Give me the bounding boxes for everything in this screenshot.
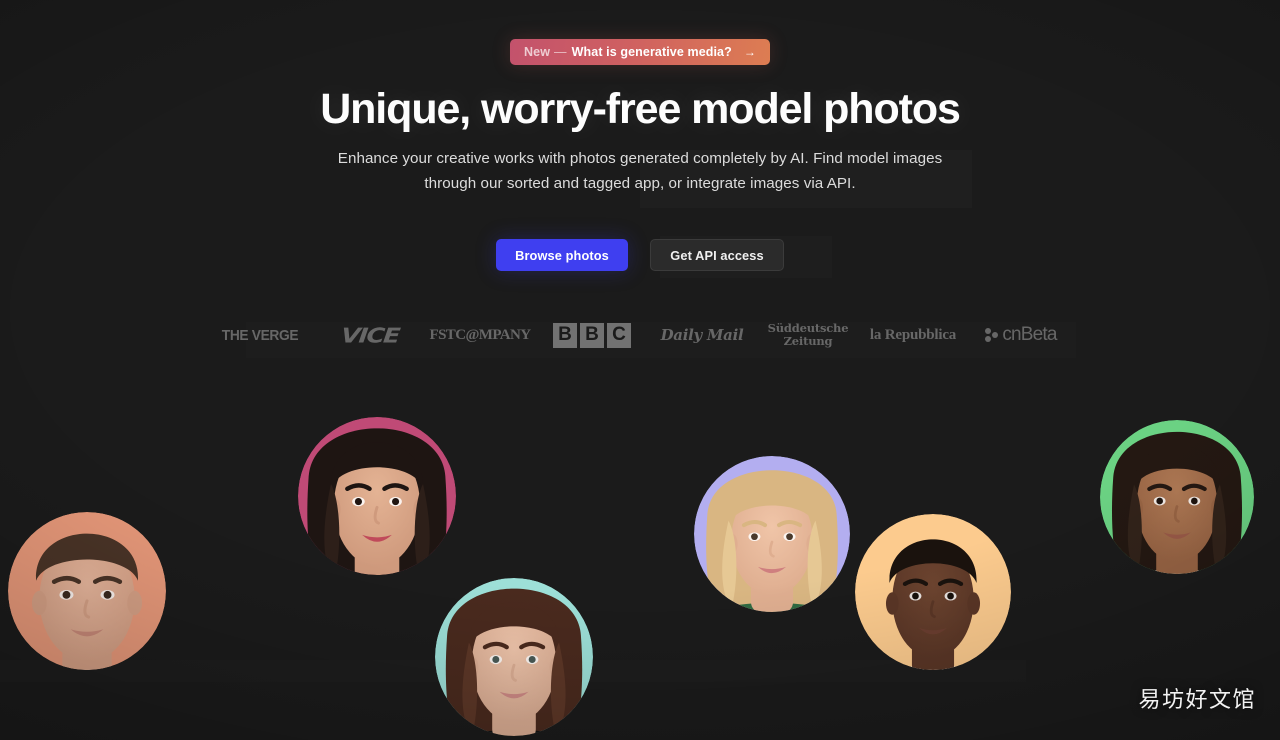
cnbeta-dots-icon bbox=[985, 327, 999, 343]
logo-la-repubblica[interactable]: la Repubblica bbox=[860, 318, 966, 352]
badge-text: What is generative media? bbox=[571, 45, 732, 59]
logo-bbc-letter: B bbox=[553, 322, 577, 348]
avatar-man-dark[interactable] bbox=[855, 514, 1011, 670]
logo-fast-company[interactable]: FSTC@MPANY bbox=[424, 318, 536, 352]
logo-bbc[interactable]: B B C bbox=[536, 318, 648, 352]
page-subtitle: Enhance your creative works with photos … bbox=[337, 150, 943, 192]
avatar-girl-blonde[interactable] bbox=[694, 456, 850, 612]
arrow-right-icon: → bbox=[743, 45, 756, 59]
logo-bbc-letter: B bbox=[580, 322, 604, 348]
logo-daily-mail[interactable]: Daily Mail bbox=[648, 318, 756, 352]
logo-the-verge[interactable]: THE VERGE bbox=[208, 318, 311, 352]
avatar-portrait bbox=[435, 588, 593, 736]
avatar-girl-curly[interactable] bbox=[1100, 420, 1254, 574]
badge-new-label: New bbox=[524, 45, 551, 59]
get-api-access-button[interactable]: Get API access bbox=[650, 239, 784, 271]
logo-cnbeta-text: cnBeta bbox=[1002, 324, 1057, 345]
watermark: 易坊好文馆 bbox=[1138, 688, 1256, 713]
press-logo-strip: THE VERGE VICE FSTC@MPANY B B C Daily Ma… bbox=[0, 318, 1280, 352]
announcement-bar: New — What is generative media? → bbox=[0, 39, 1280, 65]
avatar-woman-brunette[interactable] bbox=[435, 578, 593, 736]
avatar-woman-asian[interactable] bbox=[298, 417, 456, 575]
avatar-portrait bbox=[1100, 431, 1254, 574]
avatar-portrait bbox=[8, 533, 166, 670]
avatar-portrait bbox=[298, 428, 456, 575]
logo-sueddeutsche-zeitung[interactable]: Süddeutsche Zeitung bbox=[756, 318, 860, 352]
logo-vice[interactable]: VICE bbox=[315, 321, 426, 349]
avatar-child-boy[interactable] bbox=[8, 512, 166, 670]
logo-cnbeta[interactable]: cnBeta bbox=[966, 318, 1076, 352]
logo-bbc-letter: C bbox=[607, 322, 631, 348]
announcement-badge[interactable]: New — What is generative media? → bbox=[510, 39, 770, 65]
page-title: Unique, worry-free model photos bbox=[320, 85, 961, 133]
avatar-portrait bbox=[694, 470, 850, 612]
cta-row: Browse photos Get API access bbox=[0, 239, 1280, 271]
logo-sz-line2: Zeitung bbox=[783, 334, 833, 348]
avatar-portrait bbox=[855, 539, 1011, 670]
browse-photos-button[interactable]: Browse photos bbox=[496, 239, 628, 271]
landing-page: New — What is generative media? → Unique… bbox=[0, 0, 1280, 740]
badge-dash: — bbox=[554, 45, 567, 59]
